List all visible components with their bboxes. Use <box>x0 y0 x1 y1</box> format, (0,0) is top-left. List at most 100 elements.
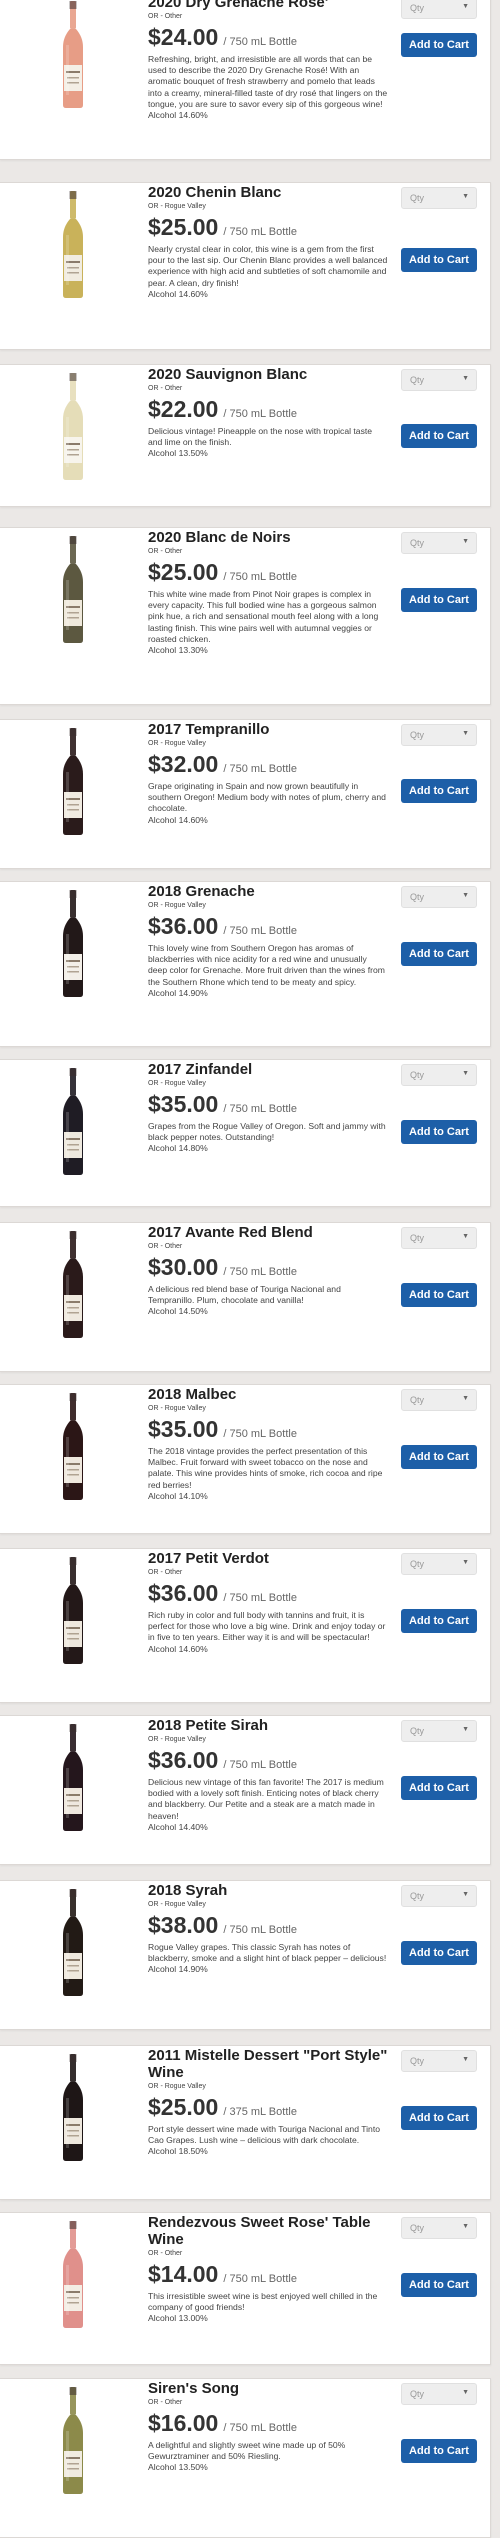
wine-bottle-image[interactable] <box>58 726 88 836</box>
wine-name[interactable]: 2017 Petit Verdot <box>148 1550 388 1567</box>
add-to-cart-button[interactable]: Add to Cart <box>401 2439 477 2463</box>
quantity-select[interactable]: Qty ▼ <box>401 532 477 554</box>
wine-region: OR - Other <box>148 2250 183 2257</box>
wine-description: Grapes from the Rogue Valley of Oregon. … <box>148 1121 386 1143</box>
chevron-down-icon: ▼ <box>462 1559 469 1566</box>
quantity-select[interactable]: Qty ▼ <box>401 1064 477 1086</box>
wine-bottle-image[interactable] <box>58 189 88 299</box>
add-to-cart-button[interactable]: Add to Cart <box>401 779 477 803</box>
add-to-cart-button[interactable]: Add to Cart <box>401 33 477 57</box>
add-to-cart-button[interactable]: Add to Cart <box>401 1283 477 1307</box>
wine-name[interactable]: 2017 Zinfandel <box>148 1061 388 1078</box>
wine-bottle-image[interactable] <box>58 2052 88 2162</box>
wine-info: 2018 Grenache OR - Rogue Valley $36.00 /… <box>148 882 388 999</box>
wine-name[interactable]: 2017 Tempranillo <box>148 721 388 738</box>
wine-name[interactable]: 2018 Grenache <box>148 883 388 900</box>
price-row: $25.00 / 375 mL Bottle <box>148 2094 388 2120</box>
add-to-cart-button[interactable]: Add to Cart <box>401 1445 477 1469</box>
wine-info: 2018 Syrah OR - Rogue Valley $38.00 / 75… <box>148 1881 388 1975</box>
wine-bottle-image[interactable] <box>58 534 88 644</box>
alcohol-content: Alcohol 13.50% <box>148 2462 208 2473</box>
wine-card: 2018 Petite Sirah OR - Rogue Valley $36.… <box>0 1715 491 1865</box>
quantity-select[interactable]: Qty ▼ <box>401 1720 477 1742</box>
quantity-select[interactable]: Qty ▼ <box>401 1885 477 1907</box>
wine-card: Siren's Song OR - Other $16.00 / 750 mL … <box>0 2378 491 2538</box>
wine-info: Siren's Song OR - Other $16.00 / 750 mL … <box>148 2379 388 2473</box>
wine-bottle-image[interactable] <box>58 1066 88 1176</box>
wine-bottle-image[interactable] <box>58 888 88 998</box>
wine-name[interactable]: 2020 Blanc de Noirs <box>148 529 388 546</box>
quantity-select[interactable]: Qty ▼ <box>401 1389 477 1411</box>
wine-bottle-image[interactable] <box>58 2219 88 2329</box>
chevron-down-icon: ▼ <box>462 892 469 899</box>
wine-price: $36.00 <box>148 1580 219 1606</box>
add-to-cart-button[interactable]: Add to Cart <box>401 588 477 612</box>
wine-name[interactable]: 2018 Petite Sirah <box>148 1717 388 1734</box>
wine-price: $14.00 <box>148 2261 219 2287</box>
wine-name[interactable]: 2017 Avante Red Blend <box>148 1224 388 1241</box>
wine-name[interactable]: 2020 Dry Grenache Rose' <box>148 0 388 11</box>
wine-bottle-image[interactable] <box>58 2385 88 2495</box>
wine-name[interactable]: Rendezvous Sweet Rose' Table Wine <box>148 2214 388 2248</box>
wine-card: 2017 Petit Verdot OR - Other $36.00 / 75… <box>0 1548 491 1703</box>
wine-region: OR - Rogue Valley <box>148 2083 206 2090</box>
add-to-cart-button[interactable]: Add to Cart <box>401 1776 477 1800</box>
wine-description: Nearly crystal clear in color, this wine… <box>148 244 388 288</box>
wine-region: OR - Other <box>148 1569 183 1576</box>
add-to-cart-button[interactable]: Add to Cart <box>401 1120 477 1144</box>
quantity-placeholder: Qty <box>410 730 425 740</box>
add-to-cart-button[interactable]: Add to Cart <box>401 424 477 448</box>
quantity-select[interactable]: Qty ▼ <box>401 2217 477 2239</box>
wine-bottle-image[interactable] <box>58 1555 88 1665</box>
bottle-size: / 750 mL Bottle <box>223 763 297 775</box>
wine-card: 2020 Dry Grenache Rose' OR - Other $24.0… <box>0 0 491 160</box>
wine-bottle-image[interactable] <box>58 0 88 109</box>
add-to-cart-button[interactable]: Add to Cart <box>401 2273 477 2297</box>
quantity-placeholder: Qty <box>410 1070 425 1080</box>
wine-region: OR - Rogue Valley <box>148 203 206 210</box>
wine-info: 2017 Zinfandel OR - Rogue Valley $35.00 … <box>148 1060 388 1154</box>
wine-region: OR - Other <box>148 13 183 20</box>
chevron-down-icon: ▼ <box>462 3 469 10</box>
quantity-select[interactable]: Qty ▼ <box>401 2383 477 2405</box>
wine-info: 2020 Chenin Blanc OR - Rogue Valley $25.… <box>148 183 388 300</box>
wine-bottle-image[interactable] <box>58 1887 88 1997</box>
wine-name[interactable]: 2020 Sauvignon Blanc <box>148 366 388 383</box>
wine-name[interactable]: 2020 Chenin Blanc <box>148 184 388 201</box>
wine-name[interactable]: 2018 Syrah <box>148 1882 388 1899</box>
bottle-size: / 750 mL Bottle <box>223 1592 297 1604</box>
quantity-select[interactable]: Qty ▼ <box>401 886 477 908</box>
quantity-select[interactable]: Qty ▼ <box>401 369 477 391</box>
add-to-cart-button[interactable]: Add to Cart <box>401 1941 477 1965</box>
chevron-down-icon: ▼ <box>462 1726 469 1733</box>
wine-region: OR - Rogue Valley <box>148 1080 206 1087</box>
wine-bottle-image[interactable] <box>58 371 88 481</box>
wine-description: Port style dessert wine made with Tourig… <box>148 2124 380 2146</box>
wine-name[interactable]: Siren's Song <box>148 2380 388 2397</box>
quantity-select[interactable]: Qty ▼ <box>401 0 477 19</box>
quantity-select[interactable]: Qty ▼ <box>401 1227 477 1249</box>
add-to-cart-button[interactable]: Add to Cart <box>401 1609 477 1633</box>
wine-info: 2011 Mistelle Dessert "Port Style" Wine … <box>148 2046 388 2157</box>
wine-bottle-image[interactable] <box>58 1391 88 1501</box>
add-to-cart-button[interactable]: Add to Cart <box>401 942 477 966</box>
wine-bottle-image[interactable] <box>58 1229 88 1339</box>
wine-card: 2018 Syrah OR - Rogue Valley $38.00 / 75… <box>0 1880 491 2030</box>
add-to-cart-button[interactable]: Add to Cart <box>401 248 477 272</box>
alcohol-content: Alcohol 18.50% <box>148 2146 208 2157</box>
quantity-placeholder: Qty <box>410 892 425 902</box>
add-to-cart-button[interactable]: Add to Cart <box>401 2106 477 2130</box>
price-row: $25.00 / 750 mL Bottle <box>148 214 388 240</box>
wine-region: OR - Other <box>148 1243 183 1250</box>
chevron-down-icon: ▼ <box>462 375 469 382</box>
quantity-select[interactable]: Qty ▼ <box>401 724 477 746</box>
quantity-placeholder: Qty <box>410 193 425 203</box>
alcohol-content: Alcohol 14.90% <box>148 1964 208 1975</box>
wine-name[interactable]: 2011 Mistelle Dessert "Port Style" Wine <box>148 2047 388 2081</box>
quantity-select[interactable]: Qty ▼ <box>401 1553 477 1575</box>
wine-bottle-image[interactable] <box>58 1722 88 1832</box>
quantity-select[interactable]: Qty ▼ <box>401 2050 477 2072</box>
quantity-select[interactable]: Qty ▼ <box>401 187 477 209</box>
wine-price: $36.00 <box>148 913 219 939</box>
wine-name[interactable]: 2018 Malbec <box>148 1386 388 1403</box>
